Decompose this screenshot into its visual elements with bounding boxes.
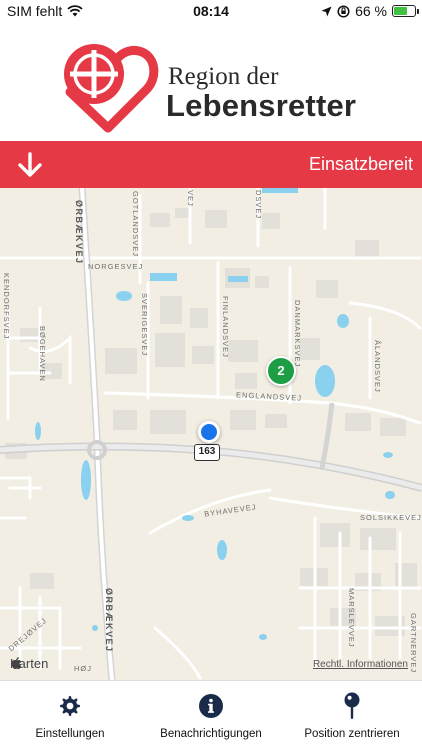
arrow-down-icon: [18, 152, 42, 177]
tab-center-position-label: Position zentrieren: [304, 728, 400, 740]
bottom-tab-bar: Einstellungen Benachrichtigungen Positio…: [0, 680, 422, 750]
road-label-marslevvej: MARSLEVVEJ: [347, 588, 356, 648]
status-bar: SIM fehlt 08:14 66 %: [0, 0, 422, 22]
tab-notifications[interactable]: Benachrichtigungen: [156, 681, 266, 750]
maps-attribution: Karten: [10, 656, 48, 671]
road-label-sverigesvej: SVERIGESVEJ: [140, 293, 149, 357]
battery-fill: [394, 7, 408, 15]
road-label-orbaekvej-bottom: ØRBÆKVEJ: [104, 588, 114, 653]
road-label-danmarksvej: DANMARKSVEJ: [293, 300, 302, 368]
logo-text-line1: Region der: [168, 63, 279, 90]
road-label-alandsvej: ÅLANDSVEJ: [373, 340, 382, 393]
road-label-dsvej: DSVEJ: [254, 190, 263, 220]
road-label-norgesvej: NORGESVEJ: [88, 262, 144, 271]
legal-information-link[interactable]: Rechtl. Informationen: [313, 659, 408, 670]
battery-icon: [392, 5, 419, 17]
road-label-gotlandsvej: GOTLANDSVEJ: [131, 191, 140, 258]
tab-center-position[interactable]: Position zentrieren: [300, 681, 404, 750]
location-pin-icon: [343, 692, 361, 719]
route-163-shield: 163: [194, 444, 220, 461]
road-label-gartnervej: GARTNERVEJ: [409, 613, 418, 674]
gear-icon: [58, 693, 82, 719]
logo-text-line2: Lebensretter: [166, 88, 357, 123]
readiness-status-text: Einsatzbereit: [308, 154, 413, 174]
tab-notifications-label: Benachrichtigungen: [160, 728, 262, 740]
map-view[interactable]: ØRBÆKVEJ ØRBÆKVEJ NORGESVEJ GOTLANDSVEJ …: [0, 188, 422, 680]
readiness-status-band: Einsatzbereit: [0, 141, 422, 188]
tab-settings[interactable]: Einstellungen: [30, 681, 110, 750]
road-label-solsikkevej: SOLSIKKEVEJ: [360, 513, 422, 522]
logo-header: Region der Lebensretter: [0, 22, 422, 141]
apple-logo-icon: [11, 657, 22, 670]
tab-settings-label: Einstellungen: [35, 728, 105, 740]
user-location-dot: [198, 421, 220, 443]
arrow-down-button[interactable]: [14, 150, 46, 180]
road-label-bogehaven: BØGEHAVEN: [38, 326, 47, 382]
location-arrow-icon: [321, 6, 332, 16]
orientation-lock-icon: [337, 4, 350, 18]
battery-percent: 66 %: [355, 3, 387, 19]
heart-cross-logo-icon: [64, 44, 159, 133]
info-icon: [198, 693, 224, 719]
road-label-finlandsvej: FINLANDSVEJ: [221, 296, 230, 358]
alert-cluster-marker[interactable]: 2: [266, 356, 296, 386]
road-label-vej-top: VEJ: [186, 190, 195, 207]
status-right: 66 %: [321, 3, 419, 19]
road-label-hoj: HØJ: [74, 664, 92, 673]
road-label-orbaekvej-top: ØRBÆKVEJ: [74, 200, 84, 265]
road-label-kendorfsvej: KENDORFSVEJ: [2, 273, 11, 340]
